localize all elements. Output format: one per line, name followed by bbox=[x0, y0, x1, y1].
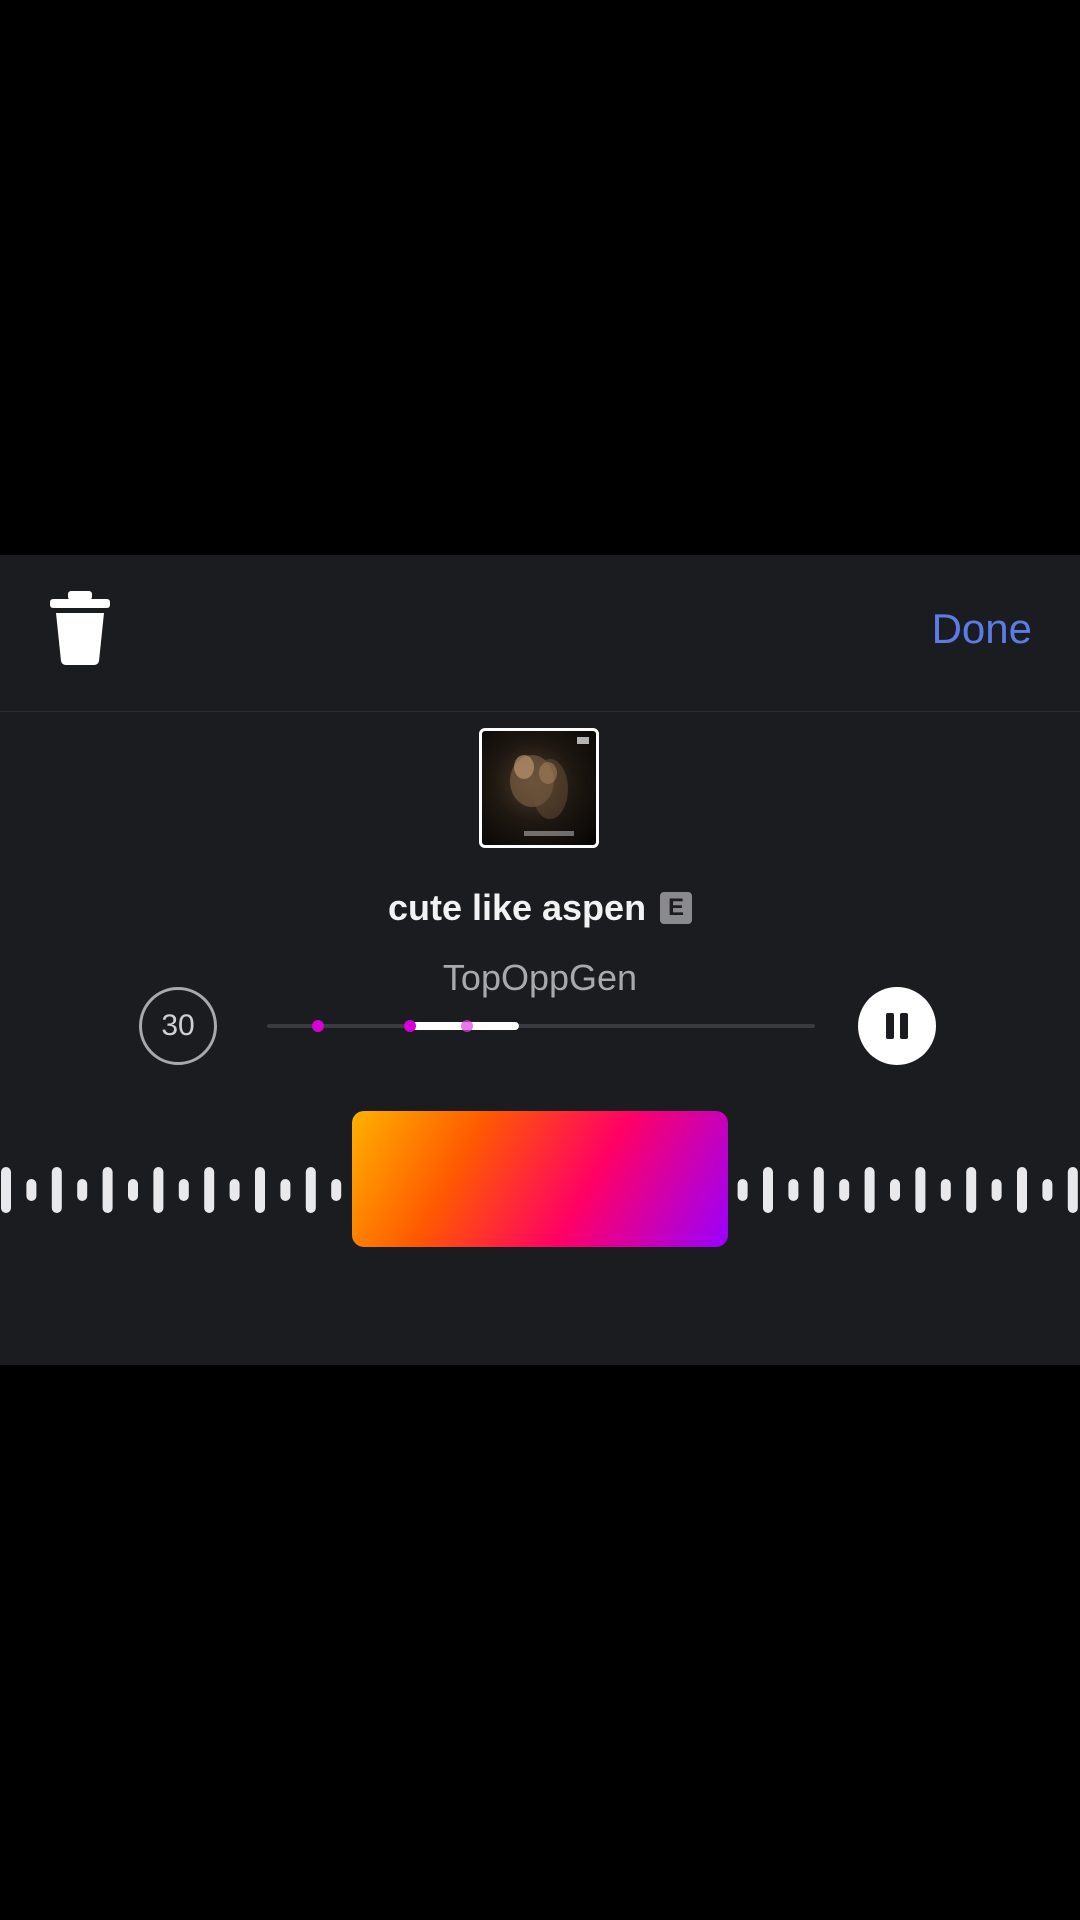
song-progress-track[interactable] bbox=[267, 1020, 815, 1032]
waveform-bar bbox=[864, 1167, 875, 1213]
music-editor-panel: Done cute like aspen E TopOppGen 30 bbox=[0, 555, 1080, 1365]
waveform-bar bbox=[51, 1167, 62, 1213]
clip-selector-window bbox=[361, 1120, 719, 1238]
clip-duration-button[interactable]: 30 bbox=[139, 987, 217, 1065]
clip-selector[interactable] bbox=[352, 1111, 728, 1247]
album-art bbox=[479, 728, 599, 848]
waveform-bar bbox=[1042, 1179, 1053, 1201]
marker-dot bbox=[404, 1020, 416, 1032]
waveform-bar bbox=[153, 1167, 164, 1213]
waveform-bar bbox=[178, 1179, 189, 1201]
waveform-bar bbox=[813, 1167, 824, 1213]
toolbar: Done bbox=[0, 555, 1080, 712]
waveform-bar bbox=[305, 1167, 316, 1213]
waveform-bar bbox=[966, 1167, 977, 1213]
waveform-bar bbox=[737, 1179, 748, 1201]
waveform-bar bbox=[128, 1179, 138, 1201]
waveform-bar bbox=[839, 1179, 850, 1201]
waveform-bar bbox=[1067, 1167, 1078, 1213]
waveform-bar bbox=[1, 1167, 11, 1213]
trash-icon bbox=[50, 591, 110, 665]
waveform-bar bbox=[788, 1179, 799, 1201]
pause-button[interactable] bbox=[858, 987, 936, 1065]
song-title-row: cute like aspen E bbox=[0, 887, 1080, 937]
delete-button[interactable] bbox=[48, 591, 112, 665]
waveform-bar bbox=[280, 1179, 291, 1201]
marker-dot bbox=[461, 1020, 473, 1032]
waveform-bar bbox=[763, 1167, 773, 1213]
waveform-bar bbox=[204, 1167, 215, 1213]
waveform-bar bbox=[26, 1179, 37, 1201]
song-title: cute like aspen bbox=[387, 887, 647, 928]
waveform-bar bbox=[77, 1179, 88, 1201]
waveform-bar bbox=[229, 1179, 240, 1201]
waveform-bar bbox=[255, 1167, 265, 1213]
waveform-bar bbox=[940, 1179, 951, 1201]
waveform-bar bbox=[890, 1179, 900, 1201]
waveform-bar bbox=[1017, 1167, 1027, 1213]
waveform-bar bbox=[102, 1167, 113, 1213]
explicit-badge: E bbox=[660, 892, 693, 924]
waveform-bar bbox=[915, 1167, 926, 1213]
marker-dot bbox=[312, 1020, 324, 1032]
done-button[interactable]: Done bbox=[932, 599, 1032, 659]
waveform-bar bbox=[991, 1179, 1002, 1201]
waveform-bar bbox=[331, 1179, 342, 1201]
